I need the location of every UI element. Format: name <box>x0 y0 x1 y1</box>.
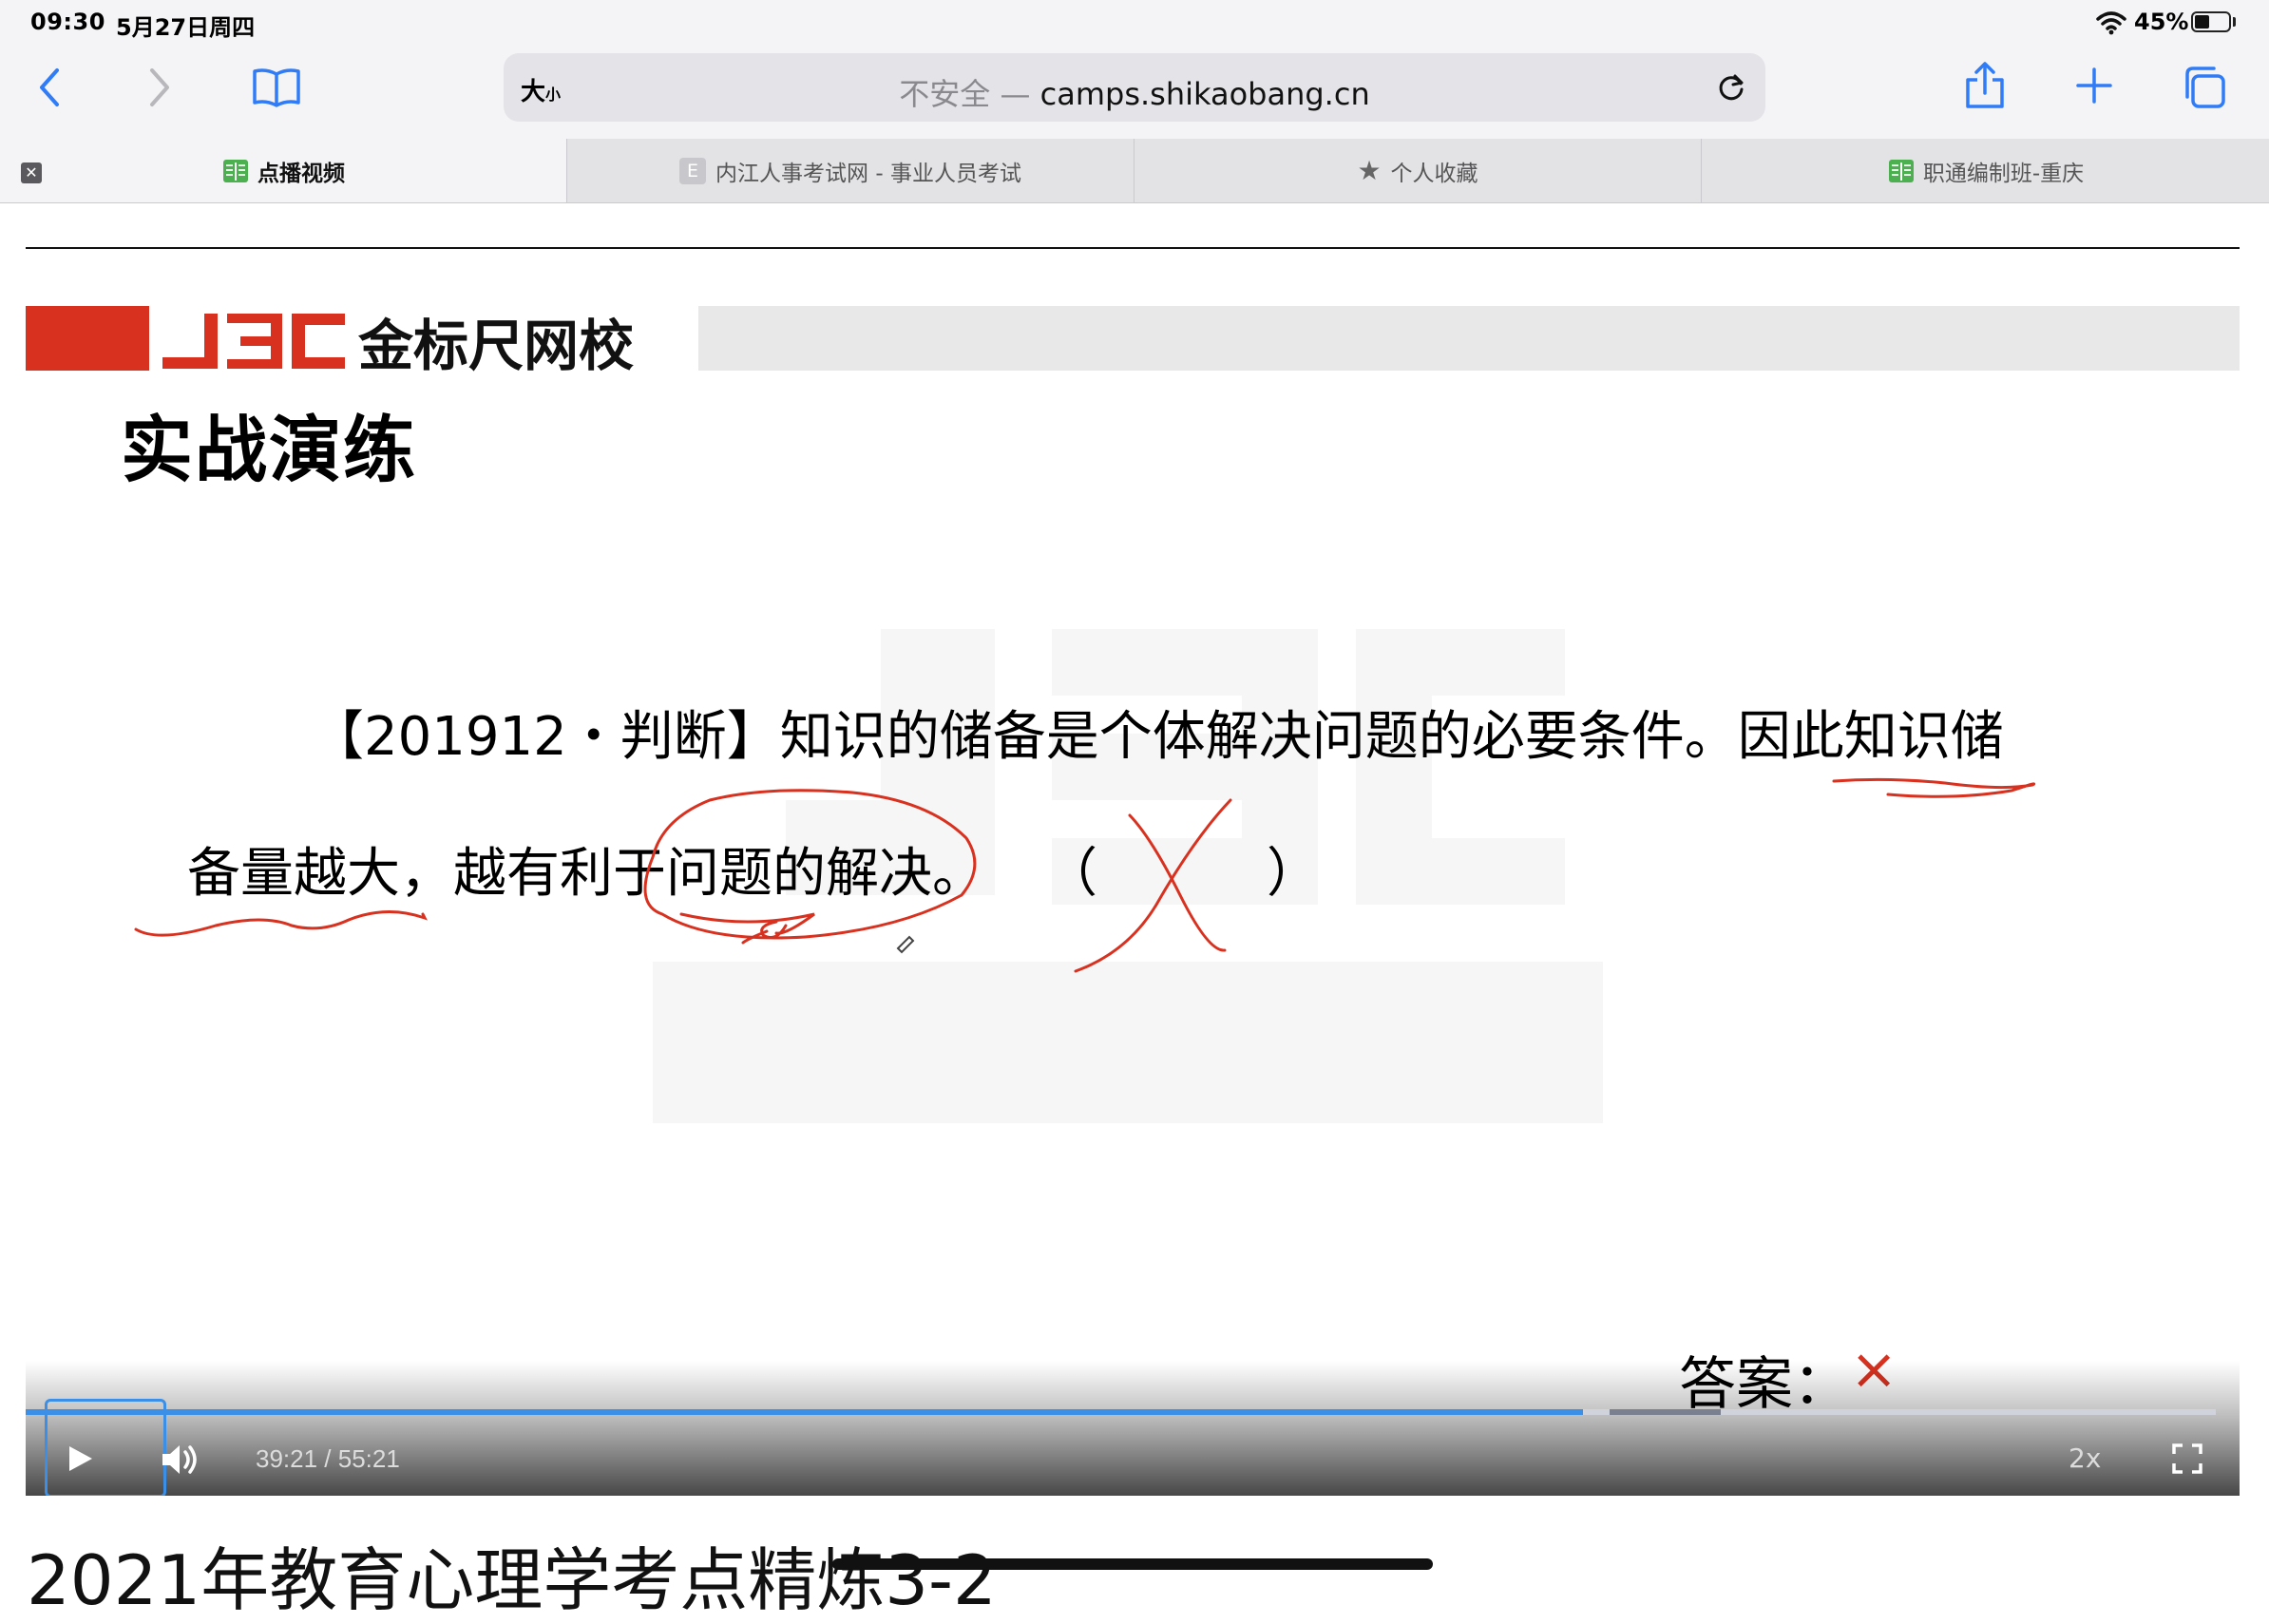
time-readout: 39:21 / 55:21 <box>256 1444 400 1473</box>
answer-parentheses: （ ） <box>1044 843 1321 905</box>
playback-speed-button[interactable]: 2x <box>2069 1442 2101 1474</box>
tab-favorites[interactable]: ★ 个人收藏 <box>1134 139 1701 202</box>
address-bar[interactable]: 大小 不安全 — camps.shikaobang.cn <box>504 53 1765 122</box>
tab-bar: ✕ 点播视频 E 内江人事考试网 - 事业人员考试 ★ 个人收藏 职通编制班-重… <box>0 139 2269 203</box>
progress-bar[interactable] <box>26 1409 2216 1415</box>
video-title: 2021年教育心理学考点精炼3-2 <box>27 1540 997 1620</box>
site-letter-icon: E <box>679 157 707 184</box>
wifi-icon <box>2096 11 2126 35</box>
share-icon[interactable] <box>1963 61 2007 110</box>
status-bar: 09:30 5月27日周四 45% <box>0 0 2269 46</box>
status-time: 09:30 <box>30 9 105 35</box>
battery-percentage: 45% <box>2134 9 2189 35</box>
status-date: 5月27日周四 <box>116 14 256 41</box>
bookmarks-icon[interactable] <box>251 67 302 108</box>
tab-neijiang-exam[interactable]: E 内江人事考试网 - 事业人员考试 <box>566 139 1134 202</box>
tabs-overview-icon[interactable] <box>2182 65 2227 110</box>
insecure-label: 不安全 — <box>899 76 1031 112</box>
battery-icon <box>2191 11 2231 32</box>
url-domain: camps.shikaobang.cn <box>1039 76 1370 112</box>
fullscreen-icon[interactable] <box>2171 1442 2203 1475</box>
controls-overlay <box>26 1361 2240 1496</box>
question-line-2: 备量越大，越有利于问题的解决。 <box>187 843 985 905</box>
tab-label: 点播视频 <box>257 161 345 186</box>
volume-icon[interactable] <box>159 1441 200 1479</box>
url-display[interactable]: 不安全 — camps.shikaobang.cn <box>504 70 1765 114</box>
tab-label: 职通编制班-重庆 <box>1922 161 2085 186</box>
battery-level-fill <box>2195 15 2210 29</box>
battery-cap <box>2233 17 2236 27</box>
back-button[interactable] <box>36 67 65 108</box>
question-line-1: 【201912・判断】知识的储备是个体解决问题的必要条件。因此知识储 <box>311 706 2004 768</box>
video-player[interactable]: 金标尺网校 实战演练 【201912・判断】知识的储备是个体解决问题的必要条件。… <box>26 247 2240 1496</box>
home-indicator[interactable] <box>832 1558 1433 1570</box>
brand-logo: 金标尺网校 <box>162 314 634 376</box>
close-tab-icon[interactable]: ✕ <box>21 162 42 183</box>
book-tab-icon <box>1888 159 1914 182</box>
star-icon: ★ <box>1357 155 1382 186</box>
brand-logo-red-block <box>26 306 149 371</box>
tab-label: 内江人事考试网 - 事业人员考试 <box>715 161 1021 186</box>
slide-title: 实战演练 <box>121 408 417 492</box>
tab-label: 个人收藏 <box>1390 161 1478 186</box>
reload-icon[interactable] <box>1714 70 1748 105</box>
progress-buffered <box>1609 1409 1722 1415</box>
tab-video-on-demand[interactable]: ✕ 点播视频 <box>0 139 566 202</box>
play-icon[interactable] <box>64 1442 96 1475</box>
forward-button[interactable] <box>144 67 173 108</box>
brand-logo-text: 金标尺网校 <box>358 314 634 376</box>
book-tab-icon <box>223 159 248 182</box>
new-tab-icon[interactable] <box>2075 67 2113 105</box>
browser-toolbar: 大小 不安全 — camps.shikaobang.cn <box>0 46 2269 139</box>
tab-zhitong-class[interactable]: 职通编制班-重庆 <box>1701 139 2269 202</box>
header-bar-gray <box>698 306 2240 371</box>
progress-played <box>26 1409 1583 1415</box>
